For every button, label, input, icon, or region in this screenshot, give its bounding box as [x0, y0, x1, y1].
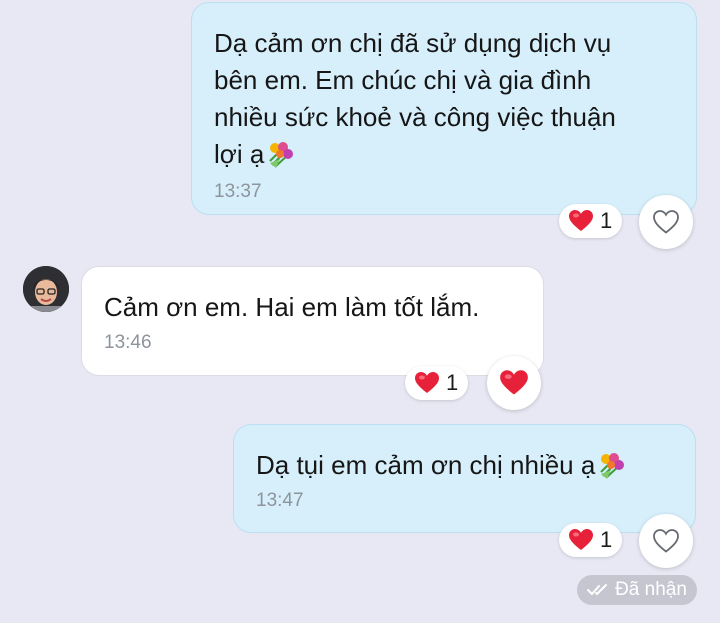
delivery-status-label: Đã nhận	[615, 579, 687, 600]
message-bubble-received-1[interactable]: Cảm ơn em. Hai em làm tốt lắm. 13:46	[81, 266, 544, 376]
heart-icon	[569, 210, 593, 231]
react-button-3[interactable]	[639, 514, 693, 568]
reaction-pill-1[interactable]: 1	[559, 204, 623, 238]
message-time: 13:46	[104, 332, 152, 353]
message-text: Cảm ơn em. Hai em làm tốt lắm.	[104, 292, 480, 322]
message-time: 13:47	[256, 490, 304, 511]
delivery-status-badge: Đã nhận	[577, 575, 697, 605]
reaction-count: 1	[600, 208, 613, 233]
heart-icon	[415, 372, 439, 393]
heart-icon	[569, 529, 593, 550]
react-button-1[interactable]	[639, 195, 693, 249]
reaction-pill-3[interactable]: 1	[559, 523, 623, 557]
double-check-icon	[587, 584, 608, 595]
heart-icon	[500, 370, 528, 395]
message-bubble-sent-1[interactable]: Dạ cảm ơn chị đã sử dụng dịch vụ bên em.…	[191, 2, 697, 215]
react-button-2[interactable]	[487, 356, 541, 410]
message-time: 13:37	[214, 181, 262, 202]
reaction-pill-2[interactable]: 1	[405, 366, 469, 400]
message-text: Dạ tụi em cảm ơn chị nhiều ạ	[256, 450, 596, 480]
flowers-icon	[600, 453, 625, 479]
reaction-count: 1	[600, 527, 613, 552]
heart-outline-icon	[653, 210, 679, 234]
reaction-count: 1	[446, 370, 459, 395]
flowers-icon	[269, 142, 294, 168]
heart-outline-icon	[653, 529, 679, 553]
avatar[interactable]	[23, 266, 69, 312]
avatar-photo-icon	[23, 266, 69, 312]
message-bubble-sent-2[interactable]: Dạ tụi em cảm ơn chị nhiều ạ 13:47	[233, 424, 696, 533]
